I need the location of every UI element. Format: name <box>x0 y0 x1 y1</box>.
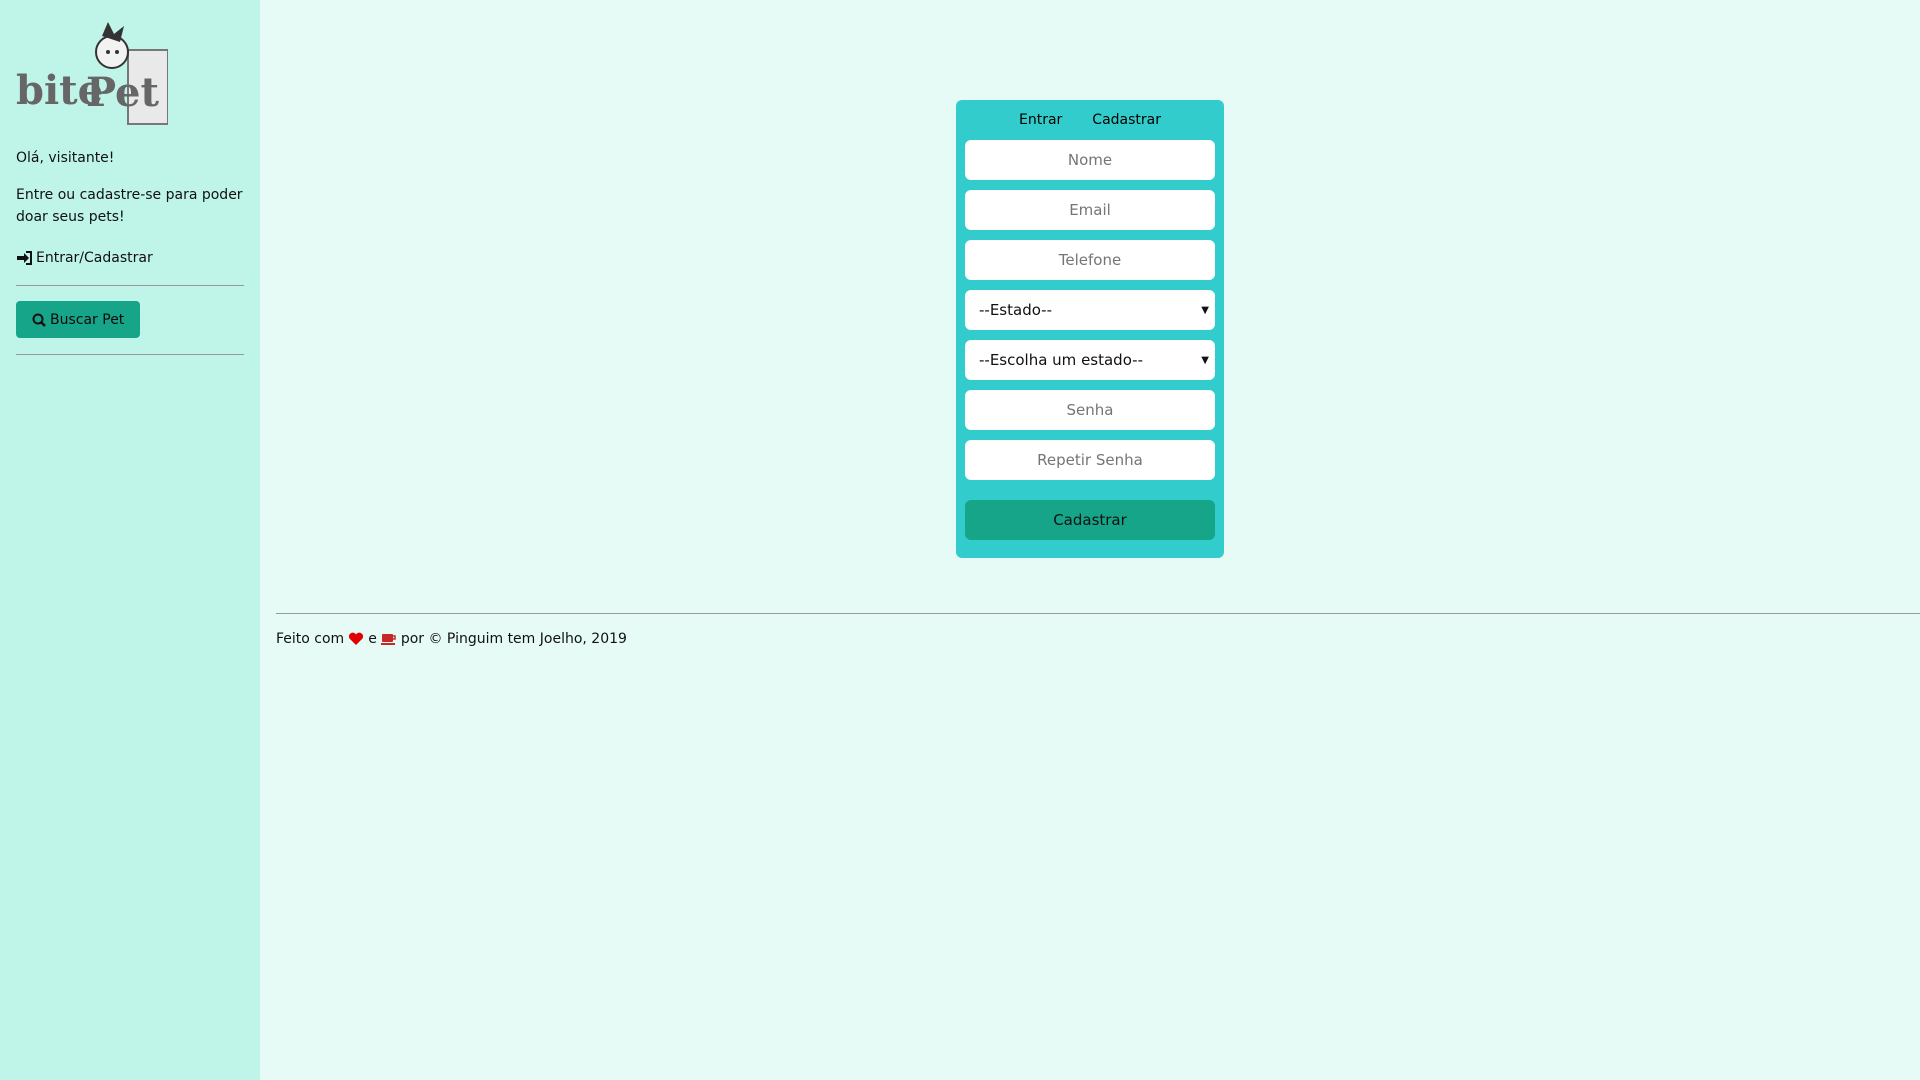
form-tabs: Entrar Cadastrar <box>965 108 1215 132</box>
heart-icon <box>349 632 364 645</box>
footer-divider <box>276 613 1920 614</box>
divider <box>16 285 244 286</box>
sign-in-icon <box>17 251 32 265</box>
footer-text-part3: por © Pinguim tem Joelho, 2019 <box>400 631 627 647</box>
city-select-value: --Escolha um estado-- <box>979 351 1143 369</box>
sidebar: bite Pet Olá, visitante! Entre ou cadast… <box>0 0 260 1080</box>
search-pet-button[interactable]: Buscar Pet <box>16 301 141 338</box>
tab-register[interactable]: Cadastrar <box>1092 112 1161 128</box>
tab-login[interactable]: Entrar <box>1019 112 1062 128</box>
repeat-password-input[interactable] <box>965 440 1215 480</box>
greeting-text: Olá, visitante! <box>16 150 115 166</box>
call-to-action-text: Entre ou cadastre-se para poder doar seu… <box>16 187 243 225</box>
register-form-card: Entrar Cadastrar --Estado-- ▼ --Escolha … <box>956 100 1224 558</box>
login-register-link[interactable]: Entrar/Cadastrar <box>16 250 244 266</box>
state-select-value: --Estado-- <box>979 301 1052 319</box>
footer: Feito com e por © Pinguim tem Joelho, 20… <box>276 631 627 647</box>
name-input[interactable] <box>965 140 1215 180</box>
phone-input[interactable] <box>965 240 1215 280</box>
search-icon <box>32 313 46 327</box>
password-input[interactable] <box>965 390 1215 430</box>
coffee-icon <box>380 634 396 645</box>
footer-text-part2: e <box>368 631 377 647</box>
email-input[interactable] <box>965 190 1215 230</box>
login-register-label: Entrar/Cadastrar <box>36 250 153 266</box>
divider <box>16 354 244 355</box>
state-select[interactable]: --Estado-- ▼ <box>965 290 1215 330</box>
main-content: Entrar Cadastrar --Estado-- ▼ --Escolha … <box>260 0 1920 1080</box>
search-pet-label: Buscar Pet <box>50 311 125 328</box>
chevron-down-icon: ▼ <box>1201 354 1209 366</box>
register-submit-button[interactable]: Cadastrar <box>965 500 1215 540</box>
bitepet-logo[interactable]: bite Pet <box>16 14 168 126</box>
svg-text:Pet: Pet <box>86 69 159 116</box>
city-select[interactable]: --Escolha um estado-- ▼ <box>965 340 1215 380</box>
chevron-down-icon: ▼ <box>1201 304 1209 316</box>
footer-text-part1: Feito com <box>276 631 345 647</box>
